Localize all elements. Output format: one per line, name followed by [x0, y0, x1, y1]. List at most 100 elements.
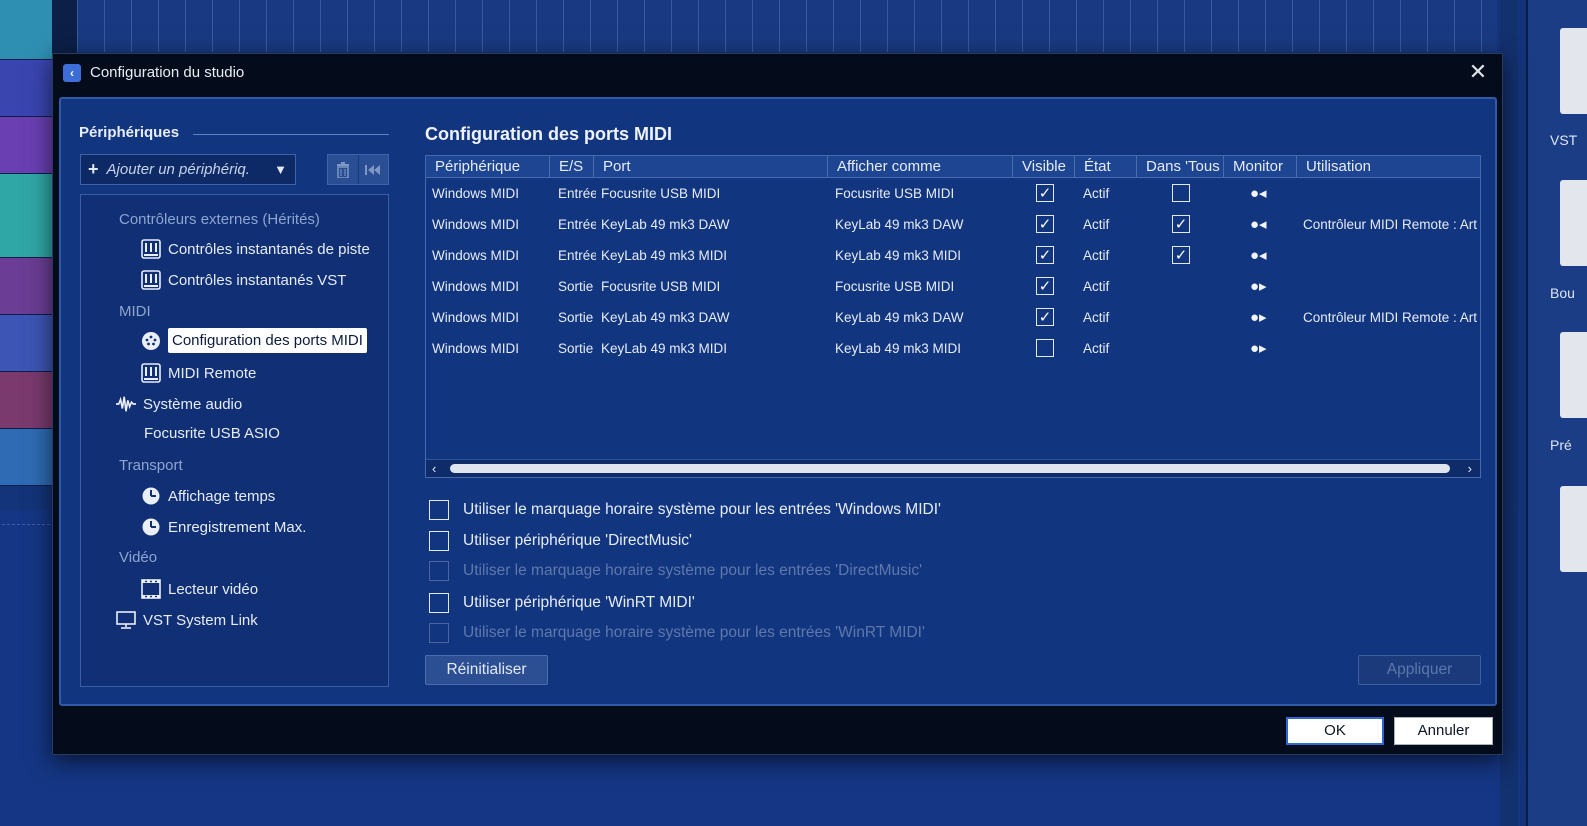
- add-device-dropdown[interactable]: + Ajouter un périphériq. ▼: [80, 154, 296, 185]
- tree-item-vst-system-link[interactable]: VST System Link: [116, 610, 258, 630]
- column-header-io[interactable]: E/S: [550, 156, 594, 178]
- trash-icon[interactable]: [328, 155, 358, 184]
- cell-port: KeyLab 49 mk3 MIDI: [601, 248, 728, 263]
- cell-port: Focusrite USB MIDI: [601, 279, 721, 294]
- cell-show-as[interactable]: KeyLab 49 mk3 DAW: [829, 209, 1014, 240]
- cell-state[interactable]: Actif: [1077, 302, 1139, 333]
- cell-show-as[interactable]: Focusrite USB MIDI: [829, 178, 1014, 209]
- table-row[interactable]: Windows MIDI Entrée KeyLab 49 mk3 MIDI K…: [426, 240, 1480, 271]
- dialog-title: Configuration du studio: [90, 64, 245, 81]
- scrollbar-thumb[interactable]: [450, 464, 1450, 473]
- close-icon[interactable]: ✕: [1466, 60, 1490, 84]
- cell-show-as[interactable]: KeyLab 49 mk3 MIDI: [829, 333, 1014, 364]
- cell-usage: [1297, 240, 1482, 271]
- table-row[interactable]: Windows MIDI Entrée KeyLab 49 mk3 DAW Ke…: [426, 209, 1480, 240]
- cell-port: KeyLab 49 mk3 DAW: [601, 217, 730, 232]
- reset-icon[interactable]: [357, 155, 388, 184]
- tree-item-max-recording[interactable]: Enregistrement Max.: [141, 517, 306, 537]
- track-color-strip: [0, 0, 52, 60]
- cell-state[interactable]: Actif: [1077, 209, 1139, 240]
- visible-checkbox[interactable]: ✓: [1036, 308, 1054, 326]
- option-windows-midi-timestamp[interactable]: Utiliser le marquage horaire système pou…: [429, 500, 941, 520]
- studio-setup-dialog: ‹ Configuration du studio ✕ Périphérique…: [52, 53, 1503, 755]
- controller-icon: [141, 363, 161, 383]
- column-header-device[interactable]: Périphérique: [426, 156, 550, 178]
- monitor-out-icon[interactable]: ●▸: [1250, 333, 1267, 364]
- tree-item-track-quick-controls[interactable]: Contrôles instantanés de piste: [141, 239, 370, 259]
- tree-item-midi-remote[interactable]: MIDI Remote: [141, 363, 256, 383]
- option-directmusic-timestamp: Utiliser le marquage horaire système pou…: [429, 561, 922, 581]
- cell-usage: [1297, 178, 1482, 209]
- track-color-strip: [0, 372, 52, 429]
- checkbox[interactable]: [429, 593, 449, 613]
- checkbox[interactable]: [429, 500, 449, 520]
- column-header-usage[interactable]: Utilisation: [1297, 156, 1482, 178]
- option-use-winrt-midi[interactable]: Utiliser périphérique 'WinRT MIDI': [429, 593, 695, 613]
- track-color-strip: [0, 117, 52, 174]
- cell-show-as[interactable]: KeyLab 49 mk3 MIDI: [829, 240, 1014, 271]
- visible-checkbox[interactable]: ✓: [1036, 246, 1054, 264]
- cell-show-as[interactable]: Focusrite USB MIDI: [829, 271, 1014, 302]
- cell-port: KeyLab 49 mk3 DAW: [601, 310, 730, 325]
- horizontal-scrollbar[interactable]: ‹ ›: [426, 459, 1480, 477]
- in-all-checkbox[interactable]: [1172, 184, 1190, 202]
- tree-item-vst-quick-controls[interactable]: Contrôles instantanés VST: [141, 270, 346, 290]
- column-header-monitor[interactable]: Monitor: [1224, 156, 1297, 178]
- table-row[interactable]: Windows MIDI Sortie KeyLab 49 mk3 DAW Ke…: [426, 302, 1480, 333]
- column-header-in-all[interactable]: Dans 'Tous: [1137, 156, 1224, 178]
- cell-state[interactable]: Actif: [1077, 271, 1139, 302]
- monitor-out-icon[interactable]: ●▸: [1250, 302, 1267, 333]
- visible-checkbox[interactable]: ✓: [1036, 215, 1054, 233]
- in-all-checkbox[interactable]: ✓: [1172, 246, 1190, 264]
- track-color-strip: [0, 429, 52, 486]
- tree-item-midi-port-setup[interactable]: Configuration des ports MIDI: [141, 328, 367, 353]
- cell-io: Entrée: [558, 248, 596, 263]
- column-header-state[interactable]: État: [1075, 156, 1137, 178]
- cell-io: Entrée: [558, 217, 596, 232]
- cancel-button[interactable]: Annuler: [1394, 717, 1493, 745]
- monitor-out-icon[interactable]: ●▸: [1250, 271, 1267, 302]
- rack-tile: [1560, 28, 1587, 114]
- in-all-checkbox[interactable]: ✓: [1172, 215, 1190, 233]
- table-row[interactable]: Windows MIDI Sortie KeyLab 49 mk3 MIDI K…: [426, 333, 1480, 364]
- cell-show-as[interactable]: KeyLab 49 mk3 DAW: [829, 302, 1014, 333]
- reset-button[interactable]: Réinitialiser: [425, 655, 548, 685]
- tree-item-focusrite-asio[interactable]: Focusrite USB ASIO: [144, 425, 280, 442]
- plus-icon: +: [88, 159, 99, 179]
- tree-category-external: Contrôleurs externes (Hérités): [119, 211, 320, 228]
- cell-state[interactable]: Actif: [1077, 240, 1139, 271]
- add-device-label: Ajouter un périphériq.: [106, 161, 250, 178]
- cell-device: Windows MIDI: [432, 248, 520, 263]
- waveform-icon: [116, 394, 136, 414]
- table-row[interactable]: Windows MIDI Sortie Focusrite USB MIDI F…: [426, 271, 1480, 302]
- visible-checkbox[interactable]: ✓: [1036, 184, 1054, 202]
- device-tree: Contrôleurs externes (Hérités) Contrôles…: [80, 194, 389, 687]
- checkbox[interactable]: [429, 531, 449, 551]
- tree-category-midi: MIDI: [119, 303, 151, 320]
- ok-button[interactable]: OK: [1286, 717, 1384, 745]
- scroll-right-icon[interactable]: ›: [1468, 460, 1472, 477]
- tree-item-video-player[interactable]: Lecteur vidéo: [141, 579, 258, 599]
- cell-device: Windows MIDI: [432, 186, 520, 201]
- track-color-strip: [0, 60, 52, 117]
- rack-label: Bou: [1550, 285, 1575, 301]
- column-header-show-as[interactable]: Afficher comme: [828, 156, 1013, 178]
- visible-checkbox[interactable]: ✓: [1036, 277, 1054, 295]
- table-row[interactable]: Windows MIDI Entrée Focusrite USB MIDI F…: [426, 178, 1480, 209]
- column-header-visible[interactable]: Visible: [1013, 156, 1075, 178]
- monitor-in-icon[interactable]: ●◂: [1250, 240, 1267, 271]
- visible-checkbox[interactable]: [1036, 339, 1054, 357]
- monitor-in-icon[interactable]: ●◂: [1250, 209, 1267, 240]
- scroll-left-icon[interactable]: ‹: [432, 460, 436, 477]
- monitor-in-icon[interactable]: ●◂: [1250, 178, 1267, 209]
- option-use-directmusic[interactable]: Utiliser périphérique 'DirectMusic': [429, 531, 692, 551]
- tree-item-time-display[interactable]: Affichage temps: [141, 486, 275, 506]
- column-header-port[interactable]: Port: [594, 156, 828, 178]
- cell-io: Entrée: [558, 186, 596, 201]
- cell-io: Sortie: [558, 341, 594, 356]
- tree-item-audio-system[interactable]: Système audio: [116, 394, 242, 414]
- cell-state[interactable]: Actif: [1077, 333, 1139, 364]
- cell-usage: [1297, 271, 1482, 302]
- rack-tile: [1560, 180, 1587, 266]
- cell-state[interactable]: Actif: [1077, 178, 1139, 209]
